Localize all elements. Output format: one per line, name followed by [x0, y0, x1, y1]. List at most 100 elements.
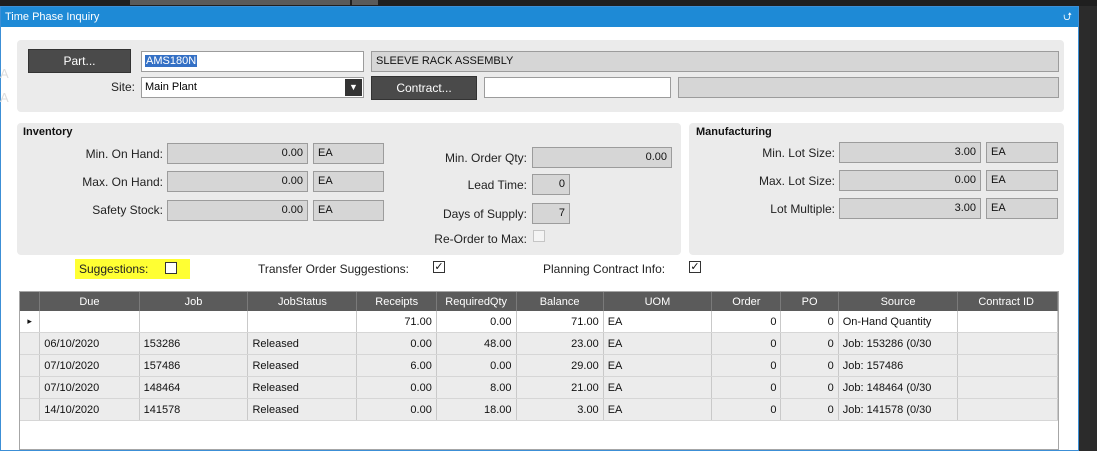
site-select[interactable]: Main Plant: [141, 77, 364, 98]
part-description-field: SLEEVE RACK ASSEMBLY: [371, 51, 1059, 72]
manufacturing-panel: Manufacturing Min. Lot Size: 3.00 EA Max…: [689, 123, 1064, 255]
inventory-title: Inventory: [23, 126, 73, 138]
cell-jobstatus: Released: [247, 332, 358, 355]
cell-requiredqty: 8.00: [436, 376, 517, 399]
transfer-order-suggestions-label: Transfer Order Suggestions:: [258, 262, 409, 276]
table-row[interactable]: 07/10/2020 157486 Released 6.00 0.00 29.…: [20, 354, 1058, 377]
cell-job: 157486: [139, 354, 249, 377]
cell-po: 0: [780, 398, 839, 421]
row-indicator: [20, 398, 41, 421]
cell-order: 0: [711, 332, 782, 355]
cell-source: Job: 148464 (0/30: [838, 376, 959, 399]
cell-uom: EA: [603, 354, 713, 377]
planning-contract-info-checkbox[interactable]: ✓: [689, 261, 701, 273]
site-select-value: Main Plant: [145, 81, 197, 93]
cell-receipts: 0.00: [356, 332, 437, 355]
cell-contract-id: [957, 376, 1058, 399]
cell-uom: EA: [603, 398, 713, 421]
days-of-supply-label: Days of Supply:: [442, 207, 527, 221]
header-panel: Part... AMS180N SLEEVE RACK ASSEMBLY Sit…: [17, 40, 1064, 112]
cell-requiredqty: 0.00: [436, 311, 517, 333]
max-on-hand-label: Max. On Hand:: [82, 175, 163, 189]
part-button[interactable]: Part...: [28, 49, 131, 73]
cell-requiredqty: 0.00: [436, 354, 517, 377]
cell-contract-id: [957, 311, 1058, 333]
cell-due: [39, 311, 140, 333]
cell-contract-id: [957, 332, 1058, 355]
cell-order: 0: [711, 354, 782, 377]
planning-contract-info-label: Planning Contract Info:: [543, 262, 666, 276]
reorder-to-max-checkbox[interactable]: [533, 230, 545, 242]
row-indicator: [20, 332, 41, 355]
cell-balance: 29.00: [516, 354, 604, 377]
suggestions-checkbox[interactable]: [165, 262, 177, 274]
background-tab: [130, 0, 350, 5]
cell-jobstatus: [247, 311, 358, 333]
column-header-receipts[interactable]: Receipts: [356, 292, 437, 311]
safety-stock-field: 0.00: [167, 200, 308, 221]
site-label: Site:: [110, 80, 135, 94]
column-header-balance[interactable]: Balance: [516, 292, 604, 311]
contract-input[interactable]: [484, 77, 671, 98]
column-header-requiredqty[interactable]: RequiredQty: [436, 292, 517, 311]
cell-due: 07/10/2020: [39, 376, 140, 399]
transfer-order-suggestions-checkbox[interactable]: ✓: [433, 261, 445, 273]
table-row[interactable]: ▸ 71.00 0.00 71.00 EA 0 0 On-Hand Quanti…: [20, 311, 1058, 333]
cell-jobstatus: Released: [247, 354, 358, 377]
table-row[interactable]: 06/10/2020 153286 Released 0.00 48.00 23…: [20, 332, 1058, 355]
row-indicator: [20, 354, 41, 377]
cell-balance: 23.00: [516, 332, 604, 355]
cell-contract-id: [957, 354, 1058, 377]
cell-balance: 71.00: [516, 311, 604, 333]
lot-multiple-field: 3.00: [839, 198, 981, 219]
cell-due: 07/10/2020: [39, 354, 140, 377]
cell-receipts: 6.00: [356, 354, 437, 377]
column-header-po[interactable]: PO: [780, 292, 839, 311]
table-row[interactable]: 14/10/2020 141578 Released 0.00 18.00 3.…: [20, 398, 1058, 421]
table-row[interactable]: 07/10/2020 148464 Released 0.00 8.00 21.…: [20, 376, 1058, 399]
column-header-due[interactable]: Due: [39, 292, 140, 311]
inventory-panel: Inventory Min. On Hand: 0.00 EA Max. On …: [17, 123, 681, 255]
manufacturing-title: Manufacturing: [696, 126, 772, 138]
cell-jobstatus: Released: [247, 398, 358, 421]
cell-job: [139, 311, 249, 333]
cell-due: 06/10/2020: [39, 332, 140, 355]
cell-job: 153286: [139, 332, 249, 355]
column-header-source[interactable]: Source: [838, 292, 959, 311]
lot-multiple-label: Lot Multiple:: [770, 202, 835, 216]
max-lot-size-field: 0.00: [839, 170, 981, 191]
min-lot-size-label: Min. Lot Size:: [762, 146, 835, 160]
column-header-uom[interactable]: UOM: [603, 292, 713, 311]
cell-po: 0: [780, 311, 839, 333]
max-lot-size-label: Max. Lot Size:: [758, 174, 835, 188]
min-lot-size-field: 3.00: [839, 142, 981, 163]
cell-jobstatus: Released: [247, 376, 358, 399]
min-on-hand-uom: EA: [313, 143, 384, 164]
pin-icon[interactable]: ⮍: [1063, 7, 1072, 27]
min-order-qty-label: Min. Order Qty:: [444, 151, 527, 165]
cell-source: On-Hand Quantity: [838, 311, 959, 333]
site-dropdown-chevron-down-icon[interactable]: ▼: [345, 79, 362, 96]
cell-contract-id: [957, 398, 1058, 421]
time-phase-table: Due Job JobStatus Receipts RequiredQty B…: [20, 292, 1058, 421]
min-order-qty-field: 0.00: [532, 147, 672, 168]
part-input[interactable]: AMS180N: [141, 51, 364, 72]
column-header-contract-id[interactable]: Contract ID: [957, 292, 1058, 311]
cell-po: 0: [780, 376, 839, 399]
column-header-job[interactable]: Job: [139, 292, 249, 311]
grid-header-indicator: [20, 292, 41, 311]
cell-receipts: 0.00: [356, 398, 437, 421]
cell-source: Job: 157486: [838, 354, 959, 377]
column-header-order[interactable]: Order: [711, 292, 782, 311]
contract-description-field: [678, 77, 1059, 98]
max-on-hand-uom: EA: [313, 171, 384, 192]
cell-order: 0: [711, 376, 782, 399]
window-titlebar[interactable]: Time Phase Inquiry ⮍: [1, 7, 1078, 27]
cell-po: 0: [780, 332, 839, 355]
time-phase-grid[interactable]: Due Job JobStatus Receipts RequiredQty B…: [19, 291, 1059, 450]
window-title: Time Phase Inquiry: [5, 11, 100, 23]
cell-job: 148464: [139, 376, 249, 399]
cell-due: 14/10/2020: [39, 398, 140, 421]
contract-button[interactable]: Contract...: [371, 76, 477, 100]
column-header-jobstatus[interactable]: JobStatus: [247, 292, 358, 311]
